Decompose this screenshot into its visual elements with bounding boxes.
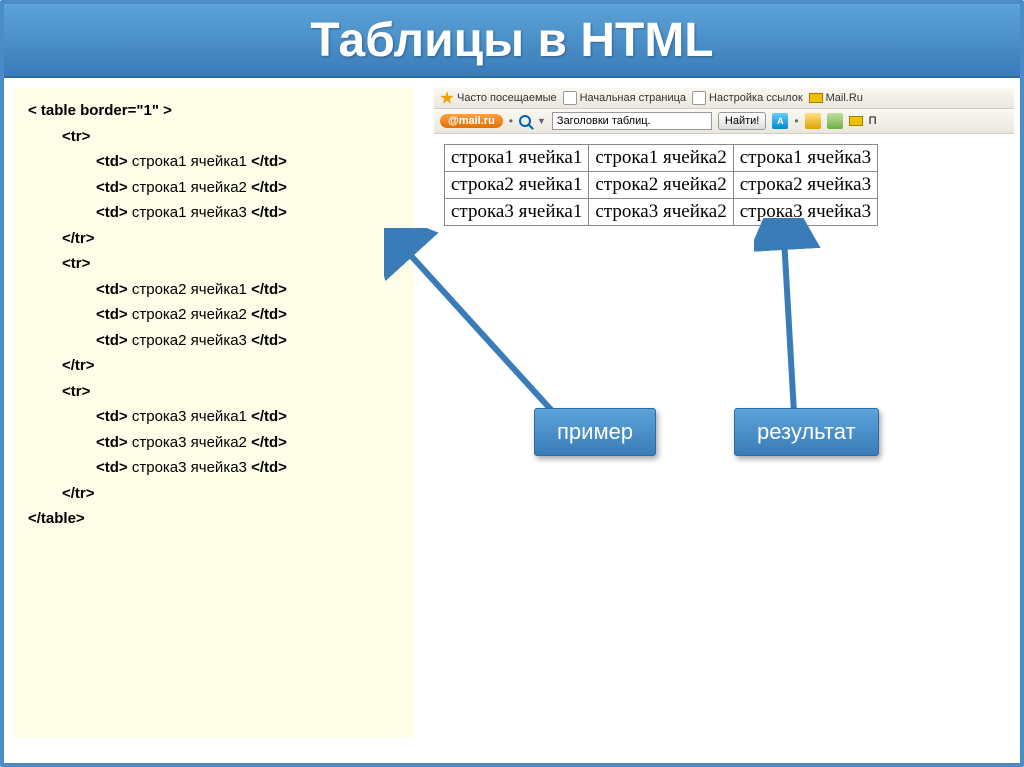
arrow-result	[754, 218, 834, 418]
title-bar: Таблицы в HTML	[4, 4, 1020, 78]
table-cell: строка2 ячейка3	[733, 172, 877, 199]
label-result: результат	[734, 408, 879, 456]
slide: Таблицы в HTML < table border="1" > <tr>…	[0, 0, 1024, 767]
bookmark-mail[interactable]: Mail.Ru	[809, 92, 863, 104]
star-icon	[440, 91, 454, 105]
browser-panel: Часто посещаемые Начальная страница Наст…	[434, 88, 1014, 236]
rendered-table: строка1 ячейка1 строка1 ячейка2 строка1 …	[444, 144, 878, 226]
code-line: <td> строка2 ячейка2 </td>	[28, 302, 400, 328]
code-line: </tr>	[28, 353, 400, 379]
table-cell: строка3 ячейка2	[589, 199, 733, 226]
bookmark-start[interactable]: Начальная страница	[563, 91, 686, 105]
find-button[interactable]: Найти!	[718, 112, 766, 130]
table-cell: строка1 ячейка1	[445, 145, 589, 172]
table-cell: строка1 ячейка2	[589, 145, 733, 172]
toolbar-right-label: П	[869, 115, 877, 127]
mail-icon[interactable]	[849, 116, 863, 126]
search-toolbar: @mail.ru • ▼ Найти! A • П	[434, 109, 1014, 134]
table-row: строка2 ячейка1 строка2 ячейка2 строка2 …	[445, 172, 878, 199]
mail-badge[interactable]: @mail.ru	[440, 114, 503, 128]
bookmark-frequent[interactable]: Часто посещаемые	[440, 91, 557, 105]
tool-icon[interactable]	[805, 113, 821, 129]
page-icon	[692, 91, 706, 105]
bookmarks-toolbar: Часто посещаемые Начальная страница Наст…	[434, 88, 1014, 109]
table-cell: строка1 ячейка3	[733, 145, 877, 172]
table-cell: строка2 ячейка2	[589, 172, 733, 199]
table-cell: строка3 ячейка3	[733, 199, 877, 226]
code-line: <td> строка2 ячейка3 </td>	[28, 328, 400, 354]
label-example: пример	[534, 408, 656, 456]
code-line: </tr>	[28, 481, 400, 507]
code-line: <tr>	[28, 124, 400, 150]
code-line: <td> строка1 ячейка2 </td>	[28, 175, 400, 201]
search-input[interactable]	[552, 112, 712, 130]
code-panel: < table border="1" > <tr> <td> строка1 я…	[14, 88, 414, 738]
table-cell: строка2 ячейка1	[445, 172, 589, 199]
code-line: < table border="1" >	[28, 98, 400, 124]
code-line: <td> строка1 ячейка1 </td>	[28, 149, 400, 175]
code-line: <tr>	[28, 251, 400, 277]
code-line: <td> строка1 ячейка3 </td>	[28, 200, 400, 226]
code-line: <td> строка3 ячейка1 </td>	[28, 404, 400, 430]
font-icon[interactable]: A	[772, 113, 788, 129]
code-line: <tr>	[28, 379, 400, 405]
code-line: </table>	[28, 506, 400, 532]
tool-icon[interactable]	[827, 113, 843, 129]
slide-title: Таблицы в HTML	[310, 13, 713, 68]
code-line: <td> строка3 ячейка3 </td>	[28, 455, 400, 481]
page-icon	[563, 91, 577, 105]
search-icon	[519, 115, 531, 127]
content-area: < table border="1" > <tr> <td> строка1 я…	[4, 78, 1020, 763]
code-line: </tr>	[28, 226, 400, 252]
mail-icon	[809, 93, 823, 103]
table-row: строка3 ячейка1 строка3 ячейка2 строка3 …	[445, 199, 878, 226]
table-row: строка1 ячейка1 строка1 ячейка2 строка1 …	[445, 145, 878, 172]
bookmark-links[interactable]: Настройка ссылок	[692, 91, 803, 105]
code-line: <td> строка2 ячейка1 </td>	[28, 277, 400, 303]
code-line: <td> строка3 ячейка2 </td>	[28, 430, 400, 456]
table-cell: строка3 ячейка1	[445, 199, 589, 226]
result-area: строка1 ячейка1 строка1 ячейка2 строка1 …	[434, 134, 1014, 236]
